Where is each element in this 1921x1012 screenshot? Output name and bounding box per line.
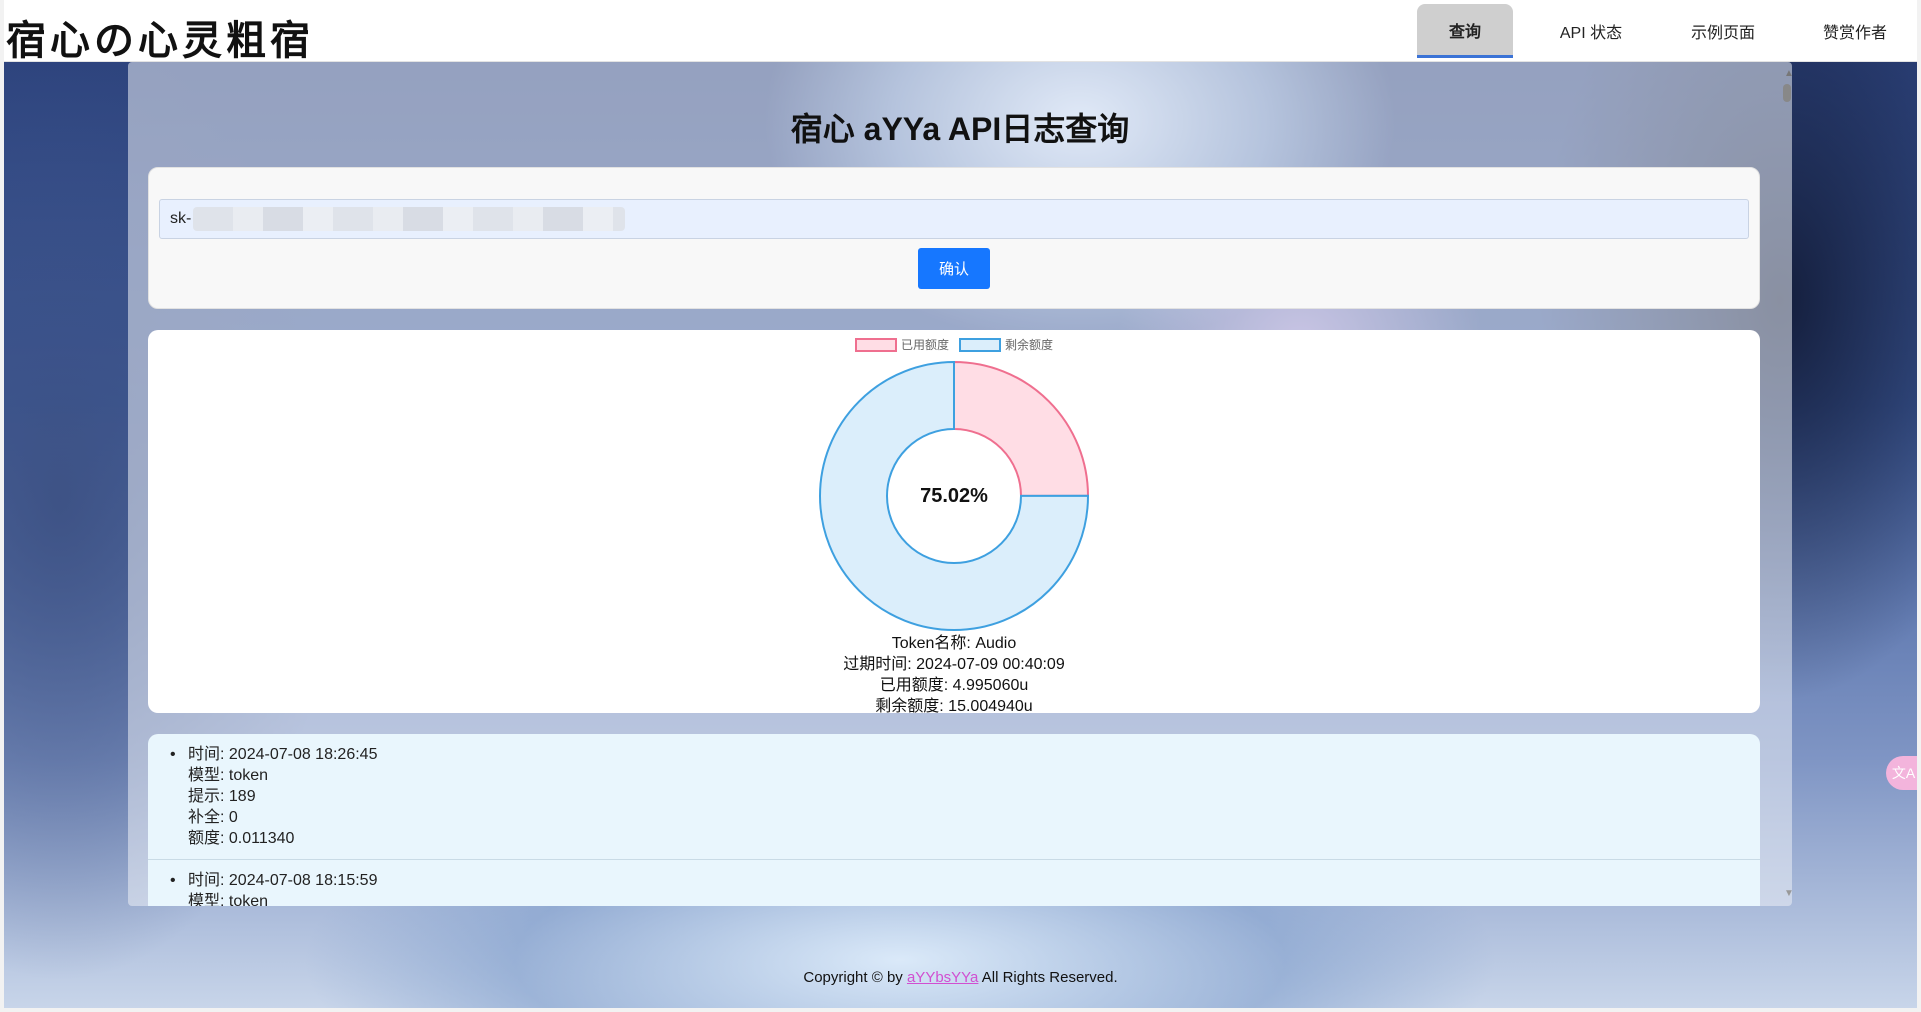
legend-swatch-remaining xyxy=(959,337,1001,352)
log-prompt: 提示: 189 xyxy=(188,788,256,805)
list-item: 时间: 2024-07-08 18:26:45 模型: token 提示: 18… xyxy=(148,734,1760,860)
log-time: 时间: 2024-07-08 18:26:45 xyxy=(188,746,378,763)
scrollbar-thumb[interactable] xyxy=(1783,84,1791,102)
donut-slice-used[interactable] xyxy=(953,360,1090,497)
legend-remaining[interactable]: 剩余额度 xyxy=(959,336,1053,353)
confirm-button[interactable]: 确认 xyxy=(918,248,990,289)
legend-label-used: 已用额度 xyxy=(900,338,949,352)
scroll-down-arrow[interactable]: ▼ xyxy=(1784,888,1794,899)
token-remaining: 剩余额度: 15.004940u xyxy=(875,698,1033,715)
page-title: 宿心 aYYa API日志查询 xyxy=(790,111,1130,147)
legend-swatch-used xyxy=(854,337,897,352)
nav-api-status[interactable]: API 状态 xyxy=(1525,4,1657,58)
main-nav: 查询 API 状态 示例页面 赞赏作者 xyxy=(1417,4,1921,60)
nav-query[interactable]: 查询 xyxy=(1417,4,1513,58)
footer: Copyright © by aYYbsYYa All Rights Reser… xyxy=(0,969,1921,986)
legend-label-remaining: 剩余额度 xyxy=(1005,338,1054,352)
token-info: Token名称: Audio 过期时间: 2024-07-09 00:40:09… xyxy=(148,633,1760,717)
scroll-up-arrow[interactable]: ▲ xyxy=(1784,68,1794,79)
quota-donut-chart: 75.02% xyxy=(819,360,1090,631)
token-used: 已用额度: 4.995060u xyxy=(879,677,1029,694)
legend-used[interactable]: 已用额度 xyxy=(854,336,949,353)
donut-center-label: 75.02% xyxy=(920,485,988,507)
footer-prefix: Copyright © by xyxy=(803,969,903,986)
translate-icon[interactable]: 文A xyxy=(1886,756,1921,790)
footer-author-link[interactable]: aYYbsYYa xyxy=(907,969,978,986)
footer-suffix: All Rights Reserved. xyxy=(981,969,1118,986)
quota-chart-card: 已用额度 剩余额度 75.02% Token名称: Audio 过期时间: 20… xyxy=(148,330,1760,715)
token-expire: 过期时间: 2024-07-09 00:40:09 xyxy=(843,656,1065,673)
nav-examples[interactable]: 示例页面 xyxy=(1657,4,1789,58)
list-item: 时间: 2024-07-08 18:15:59 模型: token xyxy=(148,860,1760,906)
log-quota: 额度: 0.011340 xyxy=(188,830,295,847)
log-time: 时间: 2024-07-08 18:15:59 xyxy=(188,872,378,889)
redacted-key xyxy=(193,207,625,231)
token-name: Token名称: Audio xyxy=(891,635,1017,652)
query-card: sk- 确认 xyxy=(148,167,1760,309)
log-model: 模型: token xyxy=(188,893,269,906)
log-list: 时间: 2024-07-08 18:26:45 模型: token 提示: 18… xyxy=(148,734,1760,906)
top-header: 宿心の心灵粗宿 查询 API 状态 示例页面 赞赏作者 xyxy=(0,0,1921,64)
chart-legend: 已用额度 剩余额度 xyxy=(148,336,1760,353)
site-logo[interactable]: 宿心の心灵粗宿 xyxy=(6,8,314,66)
nav-donate[interactable]: 赞赏作者 xyxy=(1789,4,1921,58)
log-completion: 补全: 0 xyxy=(188,809,238,826)
log-model: 模型: token xyxy=(188,767,269,784)
